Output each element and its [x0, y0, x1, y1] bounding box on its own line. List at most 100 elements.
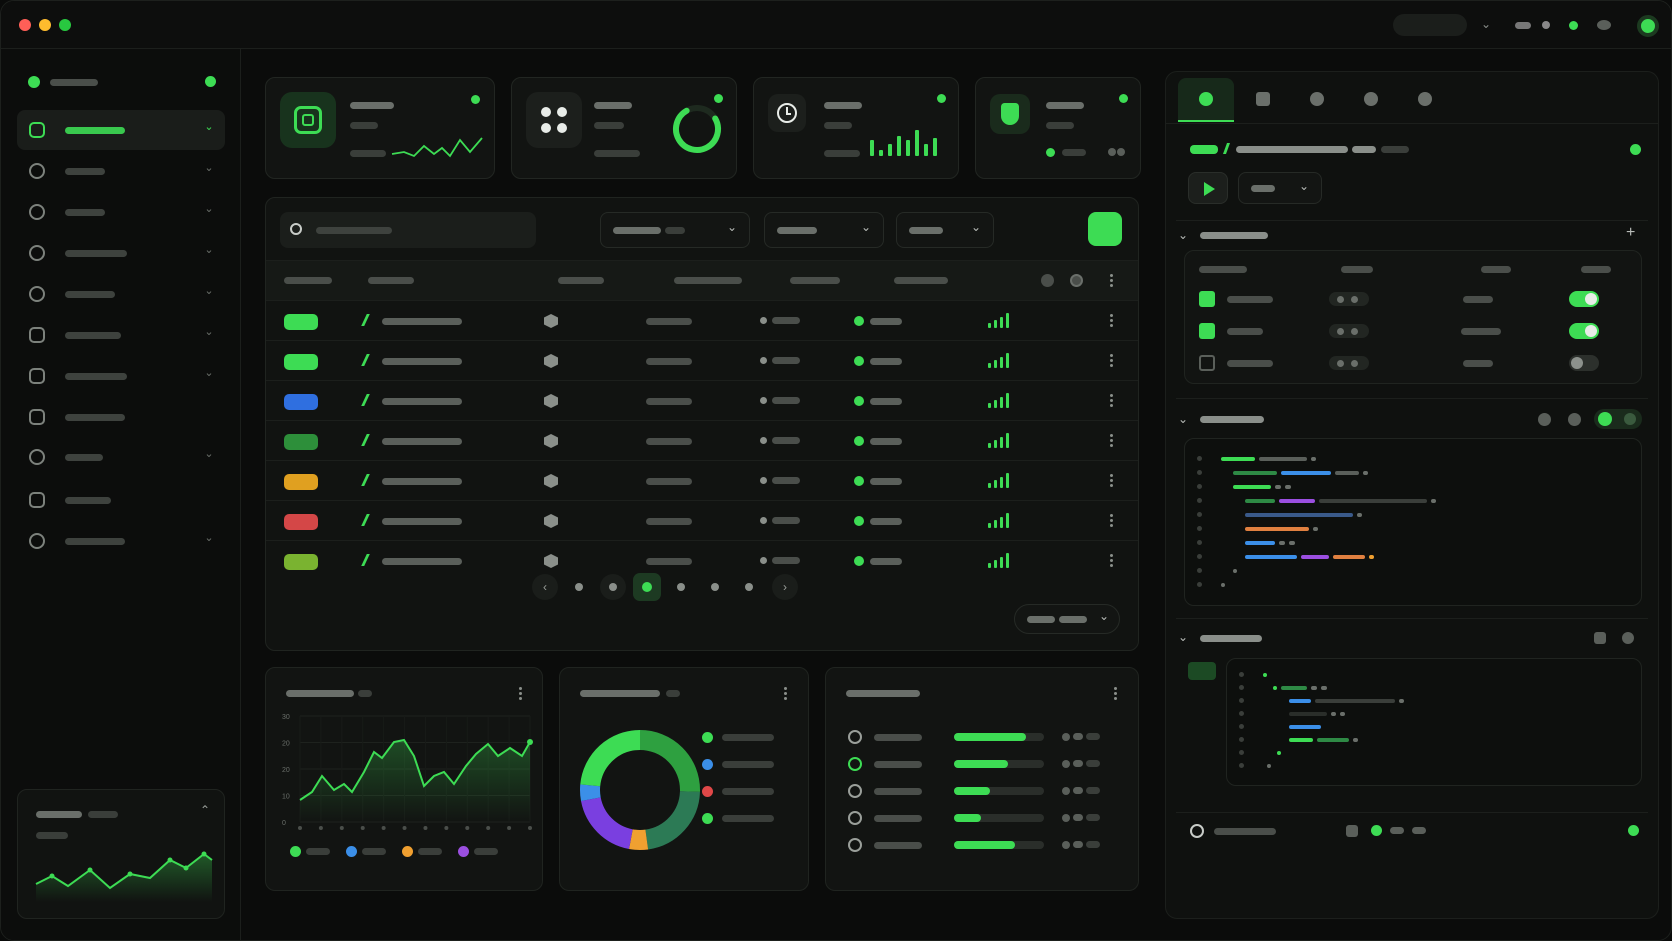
more-options-icon[interactable]: [1110, 434, 1113, 437]
column-toggle-icon[interactable]: [1041, 274, 1054, 287]
more-options-icon[interactable]: [1110, 394, 1113, 397]
check-circle-icon[interactable]: [848, 838, 862, 852]
chevron-down-icon[interactable]: ⌄: [1178, 630, 1188, 644]
chevron-down-icon[interactable]: ⌄: [1481, 17, 1491, 31]
row-checkbox[interactable]: [1199, 291, 1215, 307]
more-options-icon[interactable]: [1110, 524, 1113, 527]
page-button[interactable]: [736, 574, 762, 600]
more-options-icon[interactable]: [1110, 404, 1113, 407]
add-item-button[interactable]: [1088, 212, 1122, 246]
tab-files[interactable]: [1256, 92, 1270, 106]
copy-icon[interactable]: [1346, 825, 1358, 837]
tab-activity[interactable]: [1310, 92, 1324, 106]
sidebar-item-controls[interactable]: ⌄: [17, 233, 225, 273]
code-editor[interactable]: [1184, 438, 1642, 606]
sidebar-item-settings-b[interactable]: ⌄: [17, 192, 225, 232]
search-input[interactable]: [280, 212, 536, 248]
workspace-selector[interactable]: [1393, 14, 1467, 36]
page-button[interactable]: [702, 574, 728, 600]
more-options-icon[interactable]: [1110, 554, 1113, 557]
more-options-icon[interactable]: [1110, 364, 1113, 367]
column-header[interactable]: [894, 277, 948, 284]
next-page-button[interactable]: ›: [772, 574, 798, 600]
avatar[interactable]: [1637, 15, 1659, 37]
column-header[interactable]: [284, 277, 332, 284]
chevron-down-icon[interactable]: ⌄: [203, 121, 215, 133]
breadcrumb-path[interactable]: [1352, 146, 1376, 153]
check-circle-icon[interactable]: [848, 811, 862, 825]
edit-icon[interactable]: [361, 354, 370, 366]
sidebar-item-media[interactable]: ⌄: [17, 315, 225, 355]
more-options-icon[interactable]: [1110, 479, 1113, 482]
column-settings-icon[interactable]: [1070, 274, 1083, 287]
add-icon[interactable]: +: [1626, 224, 1635, 242]
minimize-window-button[interactable]: [39, 19, 51, 31]
breadcrumb-path[interactable]: [1381, 146, 1409, 153]
share-icon[interactable]: [1622, 632, 1634, 644]
edit-icon[interactable]: [361, 474, 370, 486]
page-button[interactable]: [633, 573, 661, 601]
share-icon[interactable]: [1568, 413, 1581, 426]
toggle-switch[interactable]: [1569, 355, 1599, 371]
filter-dropdown-3[interactable]: ⌄: [896, 212, 994, 248]
more-options-icon[interactable]: [1110, 474, 1113, 477]
more-options-icon[interactable]: [1110, 319, 1113, 322]
check-circle-icon[interactable]: [848, 784, 862, 798]
breadcrumb-path[interactable]: [1236, 146, 1348, 153]
stat-card-uptime[interactable]: [753, 77, 959, 179]
filter-dropdown-1[interactable]: ⌄: [600, 212, 750, 248]
column-header[interactable]: [790, 277, 840, 284]
more-options-icon[interactable]: [1110, 359, 1113, 362]
maximize-window-button[interactable]: [59, 19, 71, 31]
stat-card-cpu[interactable]: [265, 77, 495, 179]
table-row[interactable]: [266, 540, 1138, 580]
filter-dropdown-2[interactable]: ⌄: [764, 212, 884, 248]
sidebar-item-dashboard[interactable]: ⌄: [17, 110, 225, 150]
page-button[interactable]: [566, 574, 592, 600]
table-row[interactable]: [266, 340, 1138, 380]
page-button[interactable]: [600, 574, 626, 600]
edit-icon[interactable]: [361, 434, 370, 446]
chevron-up-icon[interactable]: ⌃: [200, 803, 210, 817]
sidebar-item-network[interactable]: ⌄: [17, 521, 225, 561]
chevron-down-icon[interactable]: ⌄: [203, 326, 215, 338]
more-options-icon[interactable]: [1110, 324, 1113, 327]
info-icon[interactable]: [1190, 824, 1204, 838]
stat-card-apps[interactable]: [511, 77, 737, 179]
check-circle-icon[interactable]: [848, 757, 862, 771]
json-viewer[interactable]: [1226, 658, 1642, 786]
chevron-down-icon[interactable]: ⌄: [203, 203, 215, 215]
chevron-down-icon[interactable]: ⌄: [1178, 412, 1188, 426]
toggle-switch[interactable]: [1569, 291, 1599, 307]
more-options-icon[interactable]: [1110, 354, 1113, 357]
chevron-down-icon[interactable]: ⌄: [1178, 228, 1188, 242]
table-row[interactable]: [266, 380, 1138, 420]
sidebar-item-settings-a[interactable]: ⌄: [17, 151, 225, 191]
chevron-down-icon[interactable]: ⌄: [203, 244, 215, 256]
edit-icon[interactable]: [361, 514, 370, 526]
tab-settings[interactable]: [1418, 92, 1432, 106]
table-row[interactable]: [266, 300, 1138, 340]
tab-logs[interactable]: [1364, 92, 1378, 106]
edit-icon[interactable]: [361, 554, 370, 566]
toggle-switch[interactable]: [1569, 323, 1599, 339]
row-checkbox[interactable]: [1199, 323, 1215, 339]
edit-icon[interactable]: [361, 314, 370, 326]
view-toggle[interactable]: [1594, 409, 1642, 429]
chevron-down-icon[interactable]: ⌄: [203, 367, 215, 379]
prev-page-button[interactable]: ‹: [532, 574, 558, 600]
page-button[interactable]: [668, 574, 694, 600]
run-button[interactable]: [1188, 172, 1228, 204]
breadcrumb-root[interactable]: [1190, 145, 1218, 154]
chevron-down-icon[interactable]: ⌄: [203, 448, 215, 460]
more-options-icon[interactable]: [1110, 519, 1113, 522]
info-icon[interactable]: [1538, 413, 1551, 426]
more-options-icon[interactable]: [1110, 514, 1113, 517]
copy-icon[interactable]: [1594, 632, 1606, 644]
row-checkbox[interactable]: [1199, 355, 1215, 371]
more-options-icon[interactable]: [1110, 314, 1113, 317]
close-window-button[interactable]: [19, 19, 31, 31]
sidebar-item-integrations[interactable]: ⌄: [17, 274, 225, 314]
table-row[interactable]: [266, 500, 1138, 540]
chevron-down-icon[interactable]: ⌄: [203, 532, 215, 544]
